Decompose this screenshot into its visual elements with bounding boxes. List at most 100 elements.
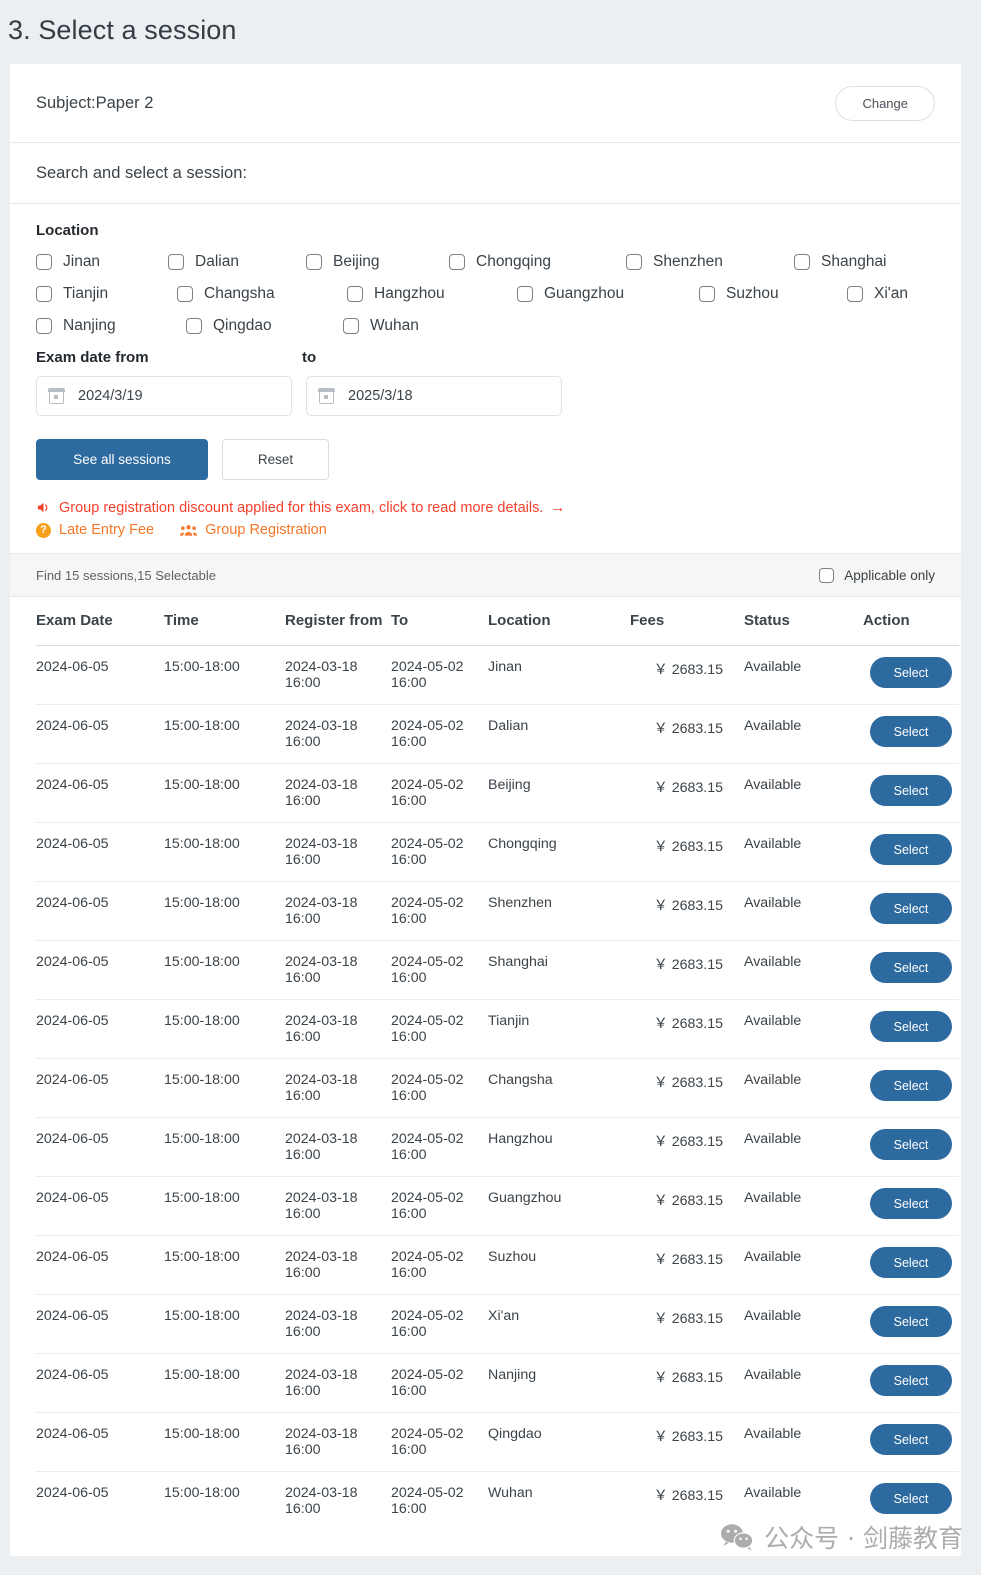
cell-exam-date: 2024-06-05 [36, 645, 164, 705]
cell-fees: ￥ 2683.15 [630, 1294, 723, 1354]
location-checkbox-guangzhou[interactable]: Guangzhou [517, 285, 699, 303]
table-row: 2024-06-05 15:00-18:00 2024-03-18 16:00 202… [36, 704, 959, 764]
change-button[interactable]: Change [835, 86, 935, 121]
location-checkbox-shenzhen[interactable]: Shenzhen [626, 253, 794, 271]
group-registration-legend[interactable]: Group Registration [180, 522, 327, 538]
table-row: 2024-06-05 15:00-18:00 2024-03-18 16:00 202… [36, 1294, 959, 1354]
checkbox-icon[interactable] [36, 318, 52, 334]
cell-register-from: 2024-03-18 16:00 [285, 704, 391, 764]
select-button[interactable]: Select [870, 893, 952, 924]
cell-time: 15:00-18:00 [164, 763, 285, 823]
cell-location: Changsha [488, 1058, 630, 1118]
group-discount-notice[interactable]: Group registration discount applied for … [36, 499, 935, 516]
cell-register-from: 2024-03-18 16:00 [285, 1117, 391, 1177]
location-checkbox-jinan[interactable]: Jinan [36, 253, 168, 271]
session-card: Subject:Paper 2 Change Search and select… [10, 64, 961, 1556]
cell-status: Available [744, 1485, 802, 1501]
select-button[interactable]: Select [870, 952, 952, 983]
select-button[interactable]: Select [870, 775, 952, 806]
checkbox-icon[interactable] [36, 286, 52, 302]
exam-date-from-label: Exam date from [36, 349, 149, 366]
cell-time: 15:00-18:00 [164, 1235, 285, 1295]
see-all-sessions-button[interactable]: See all sessions [36, 439, 208, 480]
select-button[interactable]: Select [870, 1365, 952, 1396]
location-checkbox-label: Beijing [333, 253, 380, 270]
cell-time: 15:00-18:00 [164, 1117, 285, 1177]
select-button[interactable]: Select [870, 716, 952, 747]
cell-action: Select [863, 881, 959, 941]
location-checkbox-suzhou[interactable]: Suzhou [699, 285, 847, 303]
location-checkbox-hangzhou[interactable]: Hangzhou [347, 285, 517, 303]
select-button[interactable]: Select [870, 1011, 952, 1042]
table-row: 2024-06-05 15:00-18:00 2024-03-18 16:00 202… [36, 1058, 959, 1118]
cell-status: Available [723, 645, 863, 705]
reset-button[interactable]: Reset [222, 439, 329, 480]
checkbox-icon[interactable] [347, 286, 363, 302]
location-checkbox-qingdao[interactable]: Qingdao [186, 317, 343, 335]
applicable-only-label: Applicable only [844, 567, 935, 583]
late-entry-fee-legend[interactable]: ? Late Entry Fee [36, 522, 154, 538]
select-button[interactable]: Select [870, 657, 952, 688]
cell-to: 2024-05-02 16:00 [391, 1058, 488, 1118]
select-button[interactable]: Select [870, 1070, 952, 1101]
location-checkbox-nanjing[interactable]: Nanjing [36, 317, 186, 335]
cell-fees: ￥ 2683.15 [653, 1488, 723, 1504]
select-button[interactable]: Select [870, 1188, 952, 1219]
checkbox-icon[interactable] [847, 286, 863, 302]
checkbox-icon[interactable] [699, 286, 715, 302]
location-checkbox-label: Changsha [204, 285, 275, 302]
checkbox-icon[interactable] [168, 254, 184, 270]
checkbox-icon[interactable] [343, 318, 359, 334]
cell-register-from: 2024-03-18 16:00 [285, 999, 391, 1059]
cell-register-from: 2024-03-18 16:00 [285, 1353, 391, 1413]
select-button[interactable]: Select [870, 1129, 952, 1160]
select-button[interactable]: Select [870, 1483, 952, 1514]
location-checkbox-label: Shanghai [821, 253, 887, 270]
location-checkbox-dalian[interactable]: Dalian [168, 253, 306, 271]
select-button[interactable]: Select [870, 1306, 952, 1337]
cell-location: Hangzhou [488, 1117, 630, 1177]
checkbox-icon[interactable] [819, 567, 835, 583]
location-checkbox-xian[interactable]: Xi'an [847, 285, 908, 303]
select-button[interactable]: Select [870, 834, 952, 865]
checkbox-icon[interactable] [36, 254, 52, 270]
checkbox-icon[interactable] [794, 254, 810, 270]
select-button[interactable]: Select [870, 1424, 952, 1455]
cell-status: Available [723, 1117, 863, 1177]
cell-to: 2024-05-02 16:00 [391, 940, 488, 1000]
cell-status: Available [723, 704, 863, 764]
checkbox-icon[interactable] [449, 254, 465, 270]
location-checkbox-chongqing[interactable]: Chongqing [449, 253, 626, 271]
th-status: Status [723, 597, 863, 646]
location-checkbox-changsha[interactable]: Changsha [177, 285, 347, 303]
location-checkbox-wuhan[interactable]: Wuhan [343, 317, 419, 335]
megaphone-icon [36, 500, 51, 515]
th-to: To [391, 597, 488, 646]
date-to-input[interactable]: 2025/3/18 [306, 376, 562, 416]
cell-exam-date: 2024-06-05 [36, 940, 164, 1000]
location-checkbox-label: Hangzhou [374, 285, 445, 302]
location-checkbox-beijing[interactable]: Beijing [306, 253, 449, 271]
applicable-only-checkbox[interactable]: Applicable only [819, 567, 935, 583]
location-checkbox-shanghai[interactable]: Shanghai [794, 253, 887, 271]
cell-action: Select [863, 1058, 959, 1118]
cell-location: Shenzhen [488, 881, 630, 941]
checkbox-icon[interactable] [626, 254, 642, 270]
cell-to: 2024-05-02 16:00 [391, 1353, 488, 1413]
checkbox-icon[interactable] [517, 286, 533, 302]
select-button[interactable]: Select [870, 1247, 952, 1278]
filter-actions: See all sessions Reset [36, 439, 935, 480]
checkbox-icon[interactable] [177, 286, 193, 302]
cell-location: Chongqing [488, 822, 630, 882]
sessions-table-head: Exam Date Time Register from To Location… [36, 597, 959, 646]
cell-time: 15:00-18:00 [164, 822, 285, 882]
checkbox-icon[interactable] [186, 318, 202, 334]
cell-time: 15:00-18:00 [164, 999, 285, 1059]
th-time: Time [164, 597, 285, 646]
cell-status: Available [723, 1058, 863, 1118]
checkbox-icon[interactable] [306, 254, 322, 270]
table-row: 2024-06-05 15:00-18:00 2024-03-18 16:00 202… [36, 822, 959, 882]
date-from-input[interactable]: 2024/3/19 [36, 376, 292, 416]
location-checkbox-tianjin[interactable]: Tianjin [36, 285, 177, 303]
cell-exam-date: 2024-06-05 [36, 1294, 164, 1354]
